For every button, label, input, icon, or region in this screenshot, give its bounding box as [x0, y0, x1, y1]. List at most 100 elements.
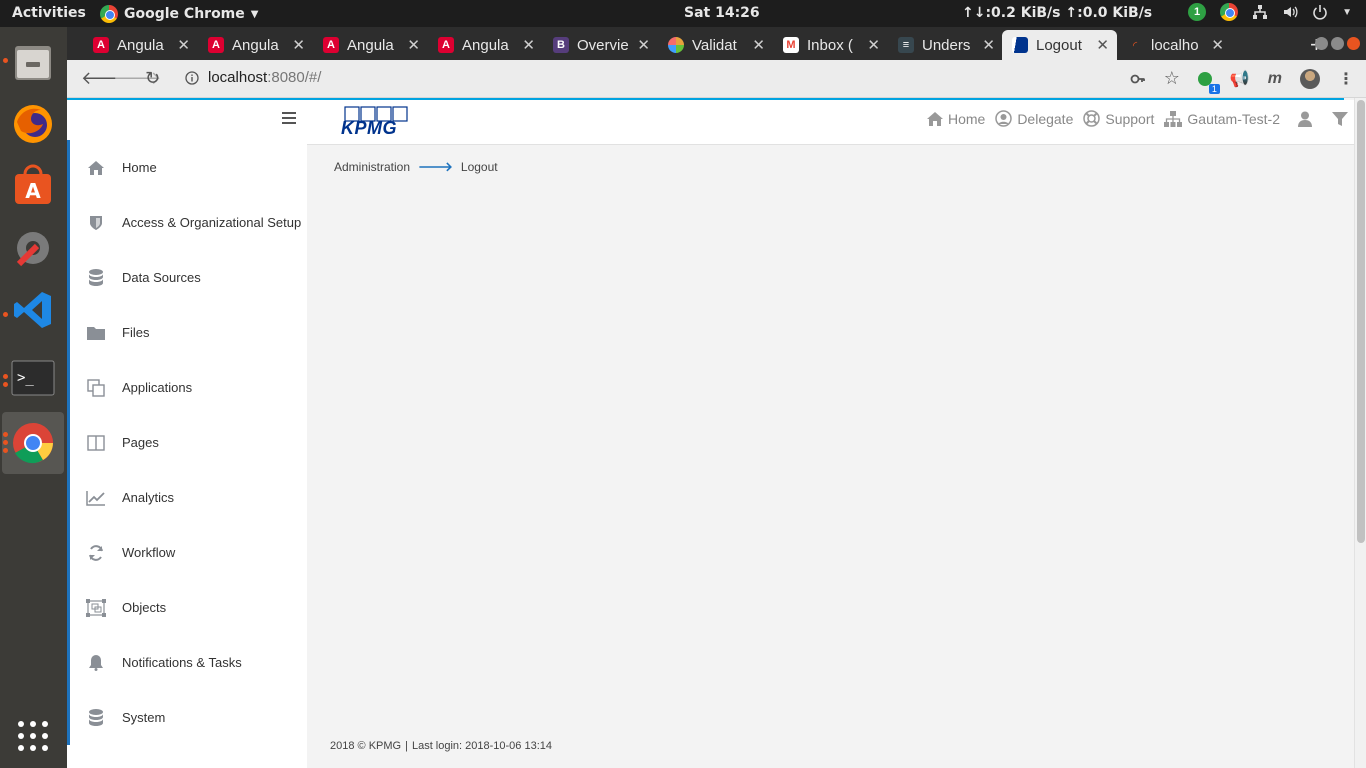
chrome-tray-icon[interactable]: [1220, 3, 1239, 21]
minimize-button[interactable]: [1315, 37, 1328, 50]
close-icon[interactable]: ✕: [982, 36, 995, 54]
bootstrap-icon: B: [553, 37, 569, 53]
close-icon[interactable]: ✕: [1096, 36, 1109, 54]
browser-tab[interactable]: M Inbox ( ✕: [773, 30, 888, 60]
browser-toolbar: 🡐 🡒 ↻ localhost:8080/#/ ☆ 1 📢 m ⋮: [67, 60, 1366, 98]
network-icon[interactable]: [1252, 4, 1268, 20]
breadcrumb-parent[interactable]: Administration: [334, 160, 410, 174]
sidebar-item-data-sources[interactable]: Data Sources: [67, 250, 307, 305]
footer-last-login: Last login: 2018-10-06 13:14: [411, 740, 553, 752]
sidebar-item-pages[interactable]: Pages: [67, 415, 307, 470]
browser-tab-active[interactable]: Logout ✕: [1002, 30, 1117, 60]
svg-text:>_: >_: [17, 370, 34, 386]
sidebar-item-access[interactable]: Access & Organizational Setup: [67, 195, 307, 250]
user-menu[interactable]: [1298, 111, 1312, 127]
close-icon[interactable]: ✕: [522, 36, 535, 54]
database-icon: [70, 708, 122, 727]
url-host: localhost: [208, 69, 268, 86]
header-tenant-link[interactable]: Gautam-Test-2: [1164, 110, 1280, 127]
browser-tab[interactable]: Validat ✕: [658, 30, 773, 60]
line-chart-icon: [70, 490, 122, 506]
key-icon[interactable]: [1130, 71, 1146, 87]
header-home-link[interactable]: Home: [926, 111, 985, 127]
close-window-button[interactable]: [1347, 37, 1360, 50]
info-icon[interactable]: [185, 70, 199, 85]
footer-separator: |: [405, 740, 408, 752]
tab-title: Angula: [232, 36, 279, 54]
footer: 2018 © KPMG | Last login: 2018-10-06 13:…: [330, 740, 552, 752]
terminal-app-icon[interactable]: >_: [8, 353, 58, 403]
settings-app-icon[interactable]: [8, 223, 58, 273]
sidebar-item-analytics[interactable]: Analytics: [67, 470, 307, 525]
software-center-icon[interactable]: A: [8, 161, 58, 211]
close-icon[interactable]: ✕: [292, 36, 305, 54]
toolbar-actions: ☆ 1 📢 m ⋮: [1130, 68, 1354, 94]
hamburger-menu-icon[interactable]: [282, 112, 296, 124]
sidebar-item-label: Applications: [122, 380, 193, 395]
sidebar-item-applications[interactable]: Applications: [67, 360, 307, 415]
header-support-link[interactable]: Support: [1083, 110, 1154, 127]
show-applications-icon[interactable]: [8, 711, 58, 761]
megaphone-icon[interactable]: 📢: [1230, 69, 1250, 89]
browser-tab[interactable]: ◜ localho ✕: [1117, 30, 1232, 60]
clock[interactable]: Sat 14:26: [684, 5, 760, 21]
address-bar[interactable]: localhost:8080/#/: [185, 69, 321, 86]
close-icon[interactable]: ✕: [407, 36, 420, 54]
scrollbar-thumb[interactable]: [1357, 100, 1365, 543]
extension-m-icon[interactable]: m: [1268, 70, 1282, 88]
gmail-icon: M: [783, 37, 799, 53]
close-icon[interactable]: ✕: [867, 36, 880, 54]
app-menu[interactable]: Google Chrome ▼: [100, 5, 258, 23]
power-icon[interactable]: [1312, 4, 1328, 20]
network-speed-indicator[interactable]: ↑↓:0.2 KiB/s ↑:0.0 KiB/s: [962, 5, 1152, 21]
sidebar-item-label: Files: [122, 325, 150, 340]
sidebar-item-label: Home: [122, 160, 157, 175]
object-group-icon: [70, 598, 122, 617]
close-icon[interactable]: ✕: [177, 36, 190, 54]
kpmg-logo[interactable]: KPMG: [341, 106, 413, 138]
close-icon[interactable]: ✕: [637, 36, 650, 54]
life-ring-icon: [1083, 110, 1101, 127]
browser-tab[interactable]: A Angula ✕: [83, 30, 198, 60]
filter-button[interactable]: [1332, 111, 1348, 127]
sidebar-item-label: System: [122, 710, 166, 725]
sidebar-item-workflow[interactable]: Workflow: [67, 525, 307, 580]
chrome-app-icon[interactable]: [8, 418, 58, 468]
volume-icon[interactable]: [1282, 4, 1298, 20]
firefox-app-icon[interactable]: [8, 99, 58, 149]
sidebar-item-files[interactable]: Files: [67, 305, 307, 360]
chevron-down-icon[interactable]: ▼: [1342, 7, 1352, 18]
sidebar-item-notifications[interactable]: Notifications & Tasks: [67, 635, 307, 690]
browser-tab[interactable]: B Overvie ✕: [543, 30, 658, 60]
system-top-bar: Activities Google Chrome ▼ Sat 14:26 ↑↓:…: [0, 0, 1366, 27]
files-app-icon[interactable]: [8, 37, 58, 87]
sidebar-item-home[interactable]: Home: [67, 140, 307, 195]
browser-tab[interactable]: A Angula ✕: [313, 30, 428, 60]
reload-icon[interactable]: ↻: [145, 69, 160, 87]
browser-tab[interactable]: A Angula ✕: [198, 30, 313, 60]
bookmark-star-icon[interactable]: ☆: [1164, 68, 1180, 89]
close-icon[interactable]: ✕: [1211, 36, 1224, 54]
tab-title: Unders: [922, 36, 971, 54]
activities-button[interactable]: Activities: [12, 5, 86, 21]
tab-title: Angula: [462, 36, 509, 54]
browser-tab[interactable]: ≡ Unders ✕: [888, 30, 1003, 60]
close-icon[interactable]: ✕: [752, 36, 765, 54]
profile-avatar[interactable]: [1300, 68, 1320, 89]
user-circle-icon: [995, 110, 1013, 127]
page-scrollbar[interactable]: [1354, 98, 1366, 768]
page-viewport: Home Access & Organizational Setup Data …: [67, 98, 1354, 768]
sidebar-item-objects[interactable]: Objects: [67, 580, 307, 635]
sidebar-item-system[interactable]: System: [67, 690, 307, 745]
menu-icon[interactable]: ⋮: [1338, 69, 1354, 89]
vscode-app-icon[interactable]: [8, 285, 58, 335]
chevron-down-icon: ▼: [250, 8, 259, 20]
breadcrumb-current: Logout: [460, 160, 498, 174]
notification-badge[interactable]: 1: [1188, 3, 1207, 21]
header-delegate-link[interactable]: Delegate: [995, 110, 1073, 127]
maximize-button[interactable]: [1331, 37, 1344, 50]
extension-icon[interactable]: 1: [1197, 71, 1220, 94]
tab-title: Validat: [692, 36, 737, 54]
browser-tab[interactable]: A Angula ✕: [428, 30, 543, 60]
sidebar: Home Access & Organizational Setup Data …: [67, 100, 307, 768]
